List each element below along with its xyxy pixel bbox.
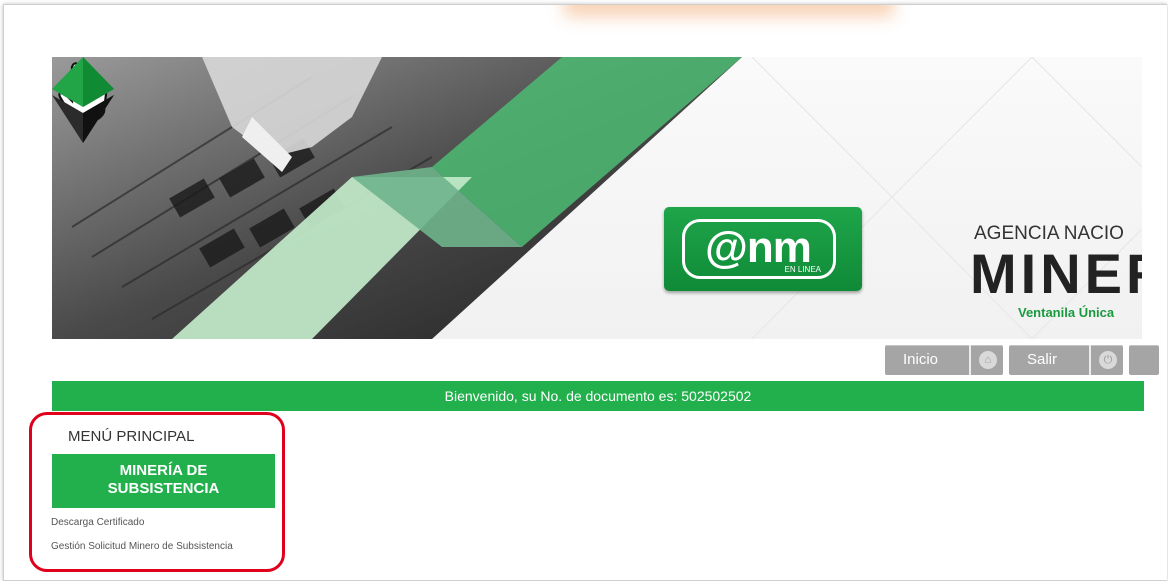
salir-button[interactable]: Salir ⏻	[1009, 345, 1123, 375]
inicio-button[interactable]: Inicio ⌂	[885, 345, 1003, 375]
salir-separator	[1089, 345, 1091, 375]
welcome-bar: Bienvenido, su No. de documento es: 5025…	[52, 381, 1144, 411]
power-icon: ⏻	[1099, 351, 1117, 369]
top-glow	[564, 5, 894, 17]
anm-logo[interactable]: @nm EN LINEA	[664, 207, 862, 291]
agency-tagline: Ventanila Única	[1018, 305, 1115, 320]
header-banner: @nm EN LINEA AGENCIA NACIO MINER Ventani…	[52, 57, 1142, 339]
agency-big-title: MINER	[970, 242, 1142, 305]
home-icon: ⌂	[979, 351, 997, 369]
nav-button-partial[interactable]	[1129, 345, 1159, 375]
inicio-label: Inicio	[903, 351, 939, 368]
page-frame: @nm EN LINEA AGENCIA NACIO MINER Ventani…	[3, 4, 1167, 581]
inicio-separator	[969, 345, 971, 375]
anm-logo-frame: @nm EN LINEA	[682, 219, 836, 279]
anm-logo-subtext: EN LINEA	[784, 265, 821, 274]
agency-diamond-icon	[52, 57, 114, 143]
salir-label: Salir	[1027, 351, 1058, 368]
menu-highlight-outline	[29, 412, 285, 572]
